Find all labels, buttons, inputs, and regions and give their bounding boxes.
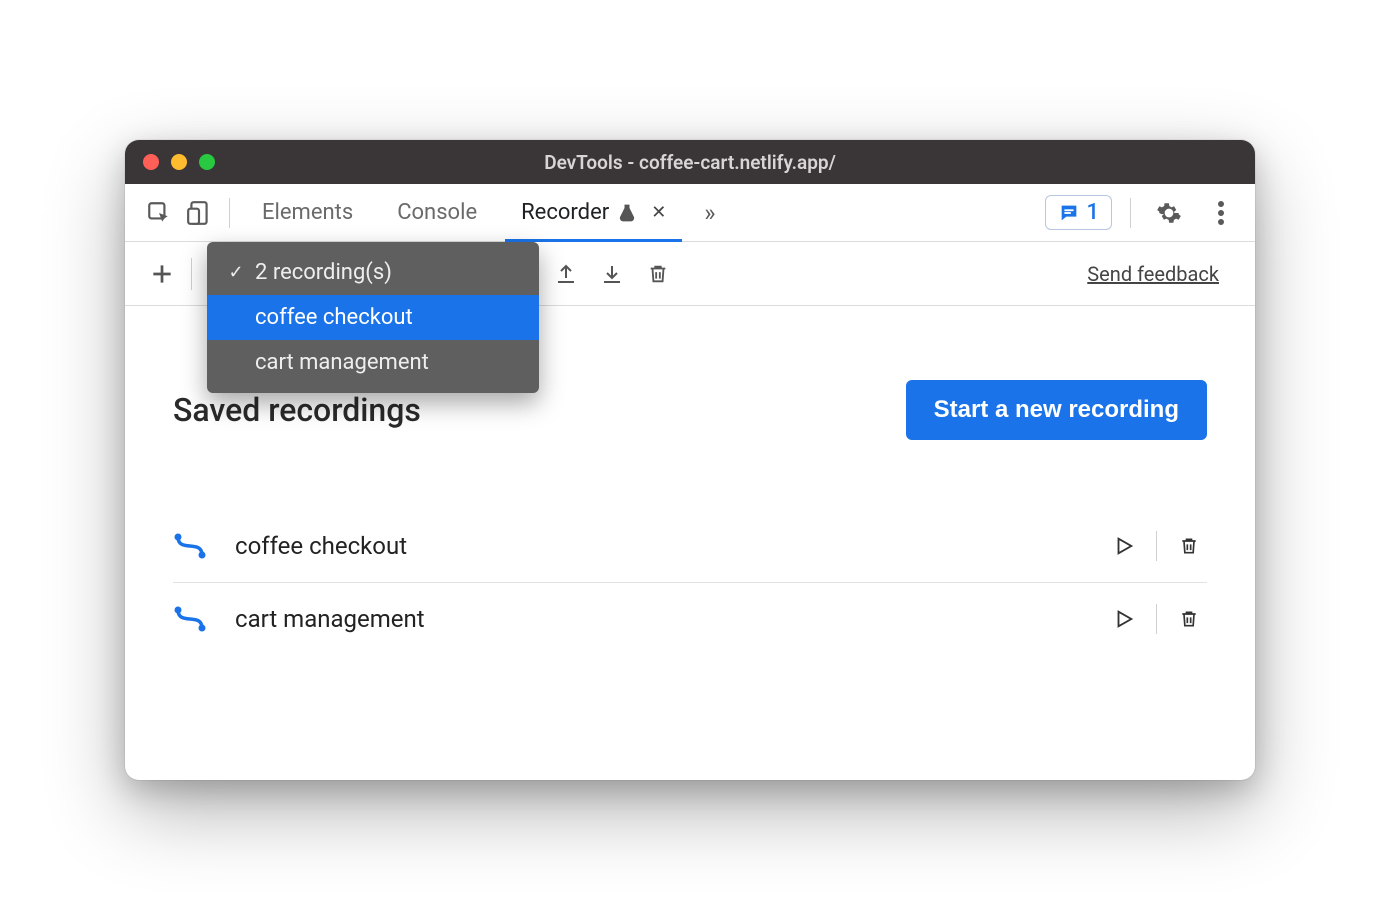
tab-label: Console xyxy=(397,200,477,225)
import-icon[interactable] xyxy=(589,251,635,297)
start-new-recording-button[interactable]: Start a new recording xyxy=(906,380,1207,440)
tab-label: Recorder xyxy=(521,200,609,225)
recording-name: cart management xyxy=(235,605,425,633)
tab-console[interactable]: Console xyxy=(375,184,499,241)
export-icon[interactable] xyxy=(543,251,589,297)
experiment-icon xyxy=(617,203,637,223)
chat-icon xyxy=(1058,202,1080,224)
window-close-button[interactable] xyxy=(143,154,159,170)
play-recording-icon[interactable] xyxy=(1106,601,1142,637)
separator xyxy=(1156,531,1157,561)
separator xyxy=(1156,604,1157,634)
recording-name: coffee checkout xyxy=(235,532,407,560)
separator xyxy=(229,198,230,228)
new-recording-icon[interactable] xyxy=(139,251,185,297)
play-recording-icon[interactable] xyxy=(1106,528,1142,564)
delete-icon[interactable] xyxy=(635,251,681,297)
dropdown-item-label: cart management xyxy=(255,350,429,375)
dropdown-item-coffee-checkout[interactable]: coffee checkout xyxy=(207,295,539,340)
settings-icon[interactable] xyxy=(1149,193,1189,233)
close-tab-icon[interactable]: ✕ xyxy=(651,202,666,223)
separator xyxy=(191,258,192,290)
recorder-content: Saved recordings Start a new recording c… xyxy=(125,380,1255,780)
tab-label: Elements xyxy=(262,200,353,225)
recording-row[interactable]: coffee checkout xyxy=(173,510,1207,583)
device-toolbar-icon[interactable] xyxy=(179,193,219,233)
recording-row[interactable]: cart management xyxy=(173,583,1207,655)
window-zoom-button[interactable] xyxy=(199,154,215,170)
more-tabs-icon[interactable]: » xyxy=(688,199,731,227)
dropdown-item-label: coffee checkout xyxy=(255,305,413,330)
titlebar: DevTools - coffee-cart.netlify.app/ xyxy=(125,140,1255,184)
more-options-icon[interactable] xyxy=(1201,193,1241,233)
flow-icon xyxy=(173,531,219,561)
tab-recorder[interactable]: Recorder ✕ xyxy=(499,184,688,241)
check-icon: ✓ xyxy=(227,262,245,283)
traffic-lights xyxy=(125,154,215,170)
inspect-element-icon[interactable] xyxy=(139,193,179,233)
window-title: DevTools - coffee-cart.netlify.app/ xyxy=(125,151,1255,174)
dropdown-summary-row[interactable]: ✓ 2 recording(s) xyxy=(207,250,539,295)
delete-recording-icon[interactable] xyxy=(1171,601,1207,637)
dropdown-item-cart-management[interactable]: cart management xyxy=(207,340,539,385)
send-feedback-link[interactable]: Send feedback xyxy=(1087,262,1241,286)
issues-chip[interactable]: 1 xyxy=(1045,195,1112,230)
recorder-toolbar: Send feedback ✓ 2 recording(s) coffee ch… xyxy=(125,242,1255,306)
tab-elements[interactable]: Elements xyxy=(240,184,375,241)
flow-icon xyxy=(173,604,219,634)
delete-recording-icon[interactable] xyxy=(1171,528,1207,564)
devtools-window: DevTools - coffee-cart.netlify.app/ Elem… xyxy=(125,140,1255,780)
issues-count: 1 xyxy=(1086,200,1099,225)
dropdown-summary-label: 2 recording(s) xyxy=(255,260,392,285)
page-title: Saved recordings xyxy=(173,391,421,429)
devtools-tabstrip: Elements Console Recorder ✕ » xyxy=(125,184,1255,242)
window-minimize-button[interactable] xyxy=(171,154,187,170)
recordings-list: coffee checkout xyxy=(173,510,1207,655)
recordings-dropdown: ✓ 2 recording(s) coffee checkout cart ma… xyxy=(207,242,539,393)
separator xyxy=(1130,198,1131,228)
